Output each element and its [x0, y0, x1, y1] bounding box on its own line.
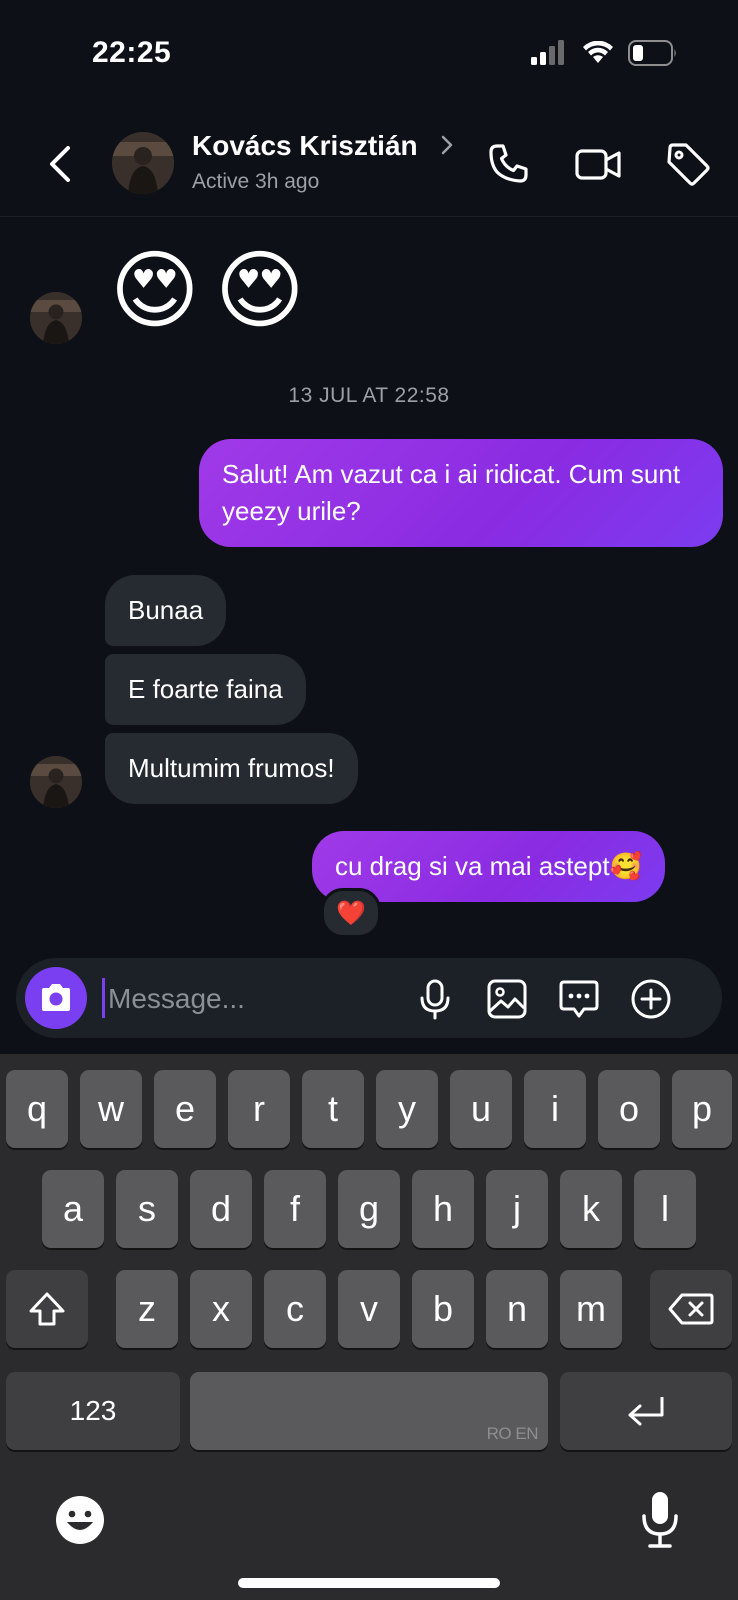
signal-icon: [531, 40, 564, 65]
message-timestamp: 13 JUL AT 22:58: [288, 384, 450, 407]
camera-icon: [42, 984, 70, 1011]
key-d[interactable]: d: [190, 1170, 252, 1248]
key-g[interactable]: g: [338, 1170, 400, 1248]
emoji-message[interactable]: 😍: [215, 248, 305, 334]
gallery-button[interactable]: [486, 978, 528, 1020]
video-call-button[interactable]: [574, 140, 622, 188]
video-icon: [575, 149, 621, 180]
key-p[interactable]: p: [672, 1070, 732, 1148]
heart-reaction[interactable]: ❤️: [321, 888, 381, 938]
key-e[interactable]: e: [154, 1070, 216, 1148]
shift-icon: [29, 1292, 65, 1326]
sticker-button[interactable]: [558, 978, 600, 1020]
key-s[interactable]: s: [116, 1170, 178, 1248]
return-icon: [628, 1397, 664, 1426]
tag-icon: [667, 143, 710, 186]
key-o[interactable]: o: [598, 1070, 660, 1148]
key-v[interactable]: v: [338, 1270, 400, 1348]
emoji-keyboard-button[interactable]: [54, 1494, 106, 1546]
shift-key[interactable]: [6, 1270, 88, 1348]
key-k[interactable]: k: [560, 1170, 622, 1248]
dictation-icon: [642, 1492, 678, 1548]
sender-avatar[interactable]: [30, 292, 82, 344]
key-c[interactable]: c: [264, 1270, 326, 1348]
back-icon: [50, 146, 70, 182]
emoji-icon: [56, 1496, 104, 1544]
key-h[interactable]: h: [412, 1170, 474, 1248]
key-z[interactable]: z: [116, 1270, 178, 1348]
contact-name[interactable]: Kovács Krisztián: [192, 130, 418, 162]
battery-icon: [628, 40, 676, 66]
microphone-icon: [420, 979, 450, 1020]
space-key[interactable]: RO EN: [190, 1372, 548, 1450]
gallery-icon: [487, 979, 527, 1019]
key-u[interactable]: u: [450, 1070, 512, 1148]
tag-button[interactable]: [664, 140, 712, 188]
incoming-message[interactable]: Multumim frumos!: [105, 733, 358, 804]
key-b[interactable]: b: [412, 1270, 474, 1348]
voice-message-button[interactable]: [414, 978, 456, 1020]
key-f[interactable]: f: [264, 1170, 326, 1248]
status-icons: [530, 40, 678, 66]
key-n[interactable]: n: [486, 1270, 548, 1348]
call-button[interactable]: [484, 140, 532, 188]
key-q[interactable]: q: [6, 1070, 68, 1148]
message-input[interactable]: [106, 972, 410, 1026]
key-t[interactable]: t: [302, 1070, 364, 1148]
dictation-button[interactable]: [638, 1488, 682, 1552]
key-j[interactable]: j: [486, 1170, 548, 1248]
keyboard-language: RO EN: [486, 1424, 539, 1443]
message-composer: [16, 958, 722, 1038]
key-r[interactable]: r: [228, 1070, 290, 1148]
incoming-message[interactable]: Bunaa: [105, 575, 227, 646]
status-time: 22:25: [92, 36, 172, 69]
contact-status: Active 3h ago: [192, 170, 320, 193]
chat-header: Kovács Krisztián Active 3h ago: [0, 110, 738, 217]
more-options-button[interactable]: [630, 978, 672, 1020]
keyboard: q w e r t y u i o p a s d f g h j k l z …: [0, 1054, 738, 1600]
back-button[interactable]: [40, 140, 80, 188]
text-cursor: [102, 978, 105, 1018]
home-indicator[interactable]: [238, 1578, 500, 1588]
sender-avatar[interactable]: [30, 756, 82, 808]
phone-icon: [489, 144, 528, 183]
key-m[interactable]: m: [560, 1270, 622, 1348]
avatar-photo: [112, 132, 174, 194]
plus-icon: [631, 979, 671, 1019]
backspace-key[interactable]: [650, 1270, 732, 1348]
sticker-icon: [559, 980, 599, 1018]
key-y[interactable]: y: [376, 1070, 438, 1148]
incoming-message[interactable]: E foarte faina: [105, 654, 306, 725]
key-l[interactable]: l: [634, 1170, 696, 1248]
key-x[interactable]: x: [190, 1270, 252, 1348]
key-w[interactable]: w: [80, 1070, 142, 1148]
emoji-message[interactable]: 😍: [110, 248, 200, 334]
return-key[interactable]: [560, 1372, 732, 1450]
key-a[interactable]: a: [42, 1170, 104, 1248]
chevron-right-icon: [440, 134, 454, 162]
backspace-icon: [668, 1293, 714, 1325]
camera-button[interactable]: [25, 967, 87, 1029]
numbers-key[interactable]: 123: [6, 1372, 180, 1450]
avatar-photo: [30, 292, 82, 344]
wifi-icon: [583, 41, 613, 63]
key-i[interactable]: i: [524, 1070, 586, 1148]
avatar-photo: [30, 756, 82, 808]
contact-avatar[interactable]: [112, 132, 174, 194]
outgoing-message[interactable]: Salut! Am vazut ca i ai ridicat. Cum sun…: [199, 439, 723, 547]
